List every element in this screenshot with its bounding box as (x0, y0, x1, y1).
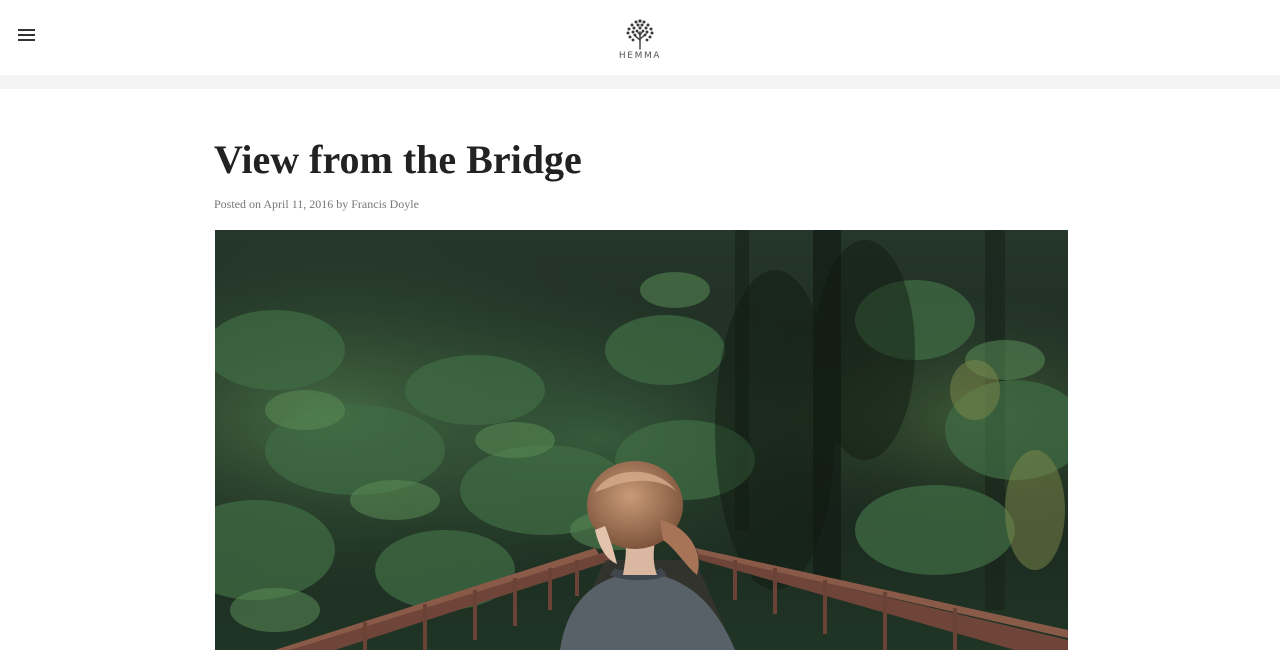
post-date-link[interactable]: April 11, 2016 (263, 197, 333, 211)
post-meta: Posted on April 11, 2016 by Francis Doyl… (214, 196, 419, 212)
menu-bar (18, 39, 35, 41)
menu-bar (18, 29, 35, 31)
header-divider-strip (0, 75, 1280, 89)
posted-on-label: Posted on (214, 197, 262, 211)
hamburger-menu-icon[interactable] (14, 24, 40, 46)
featured-image (215, 230, 1068, 650)
forest-bridge-woman-photo (215, 230, 1068, 650)
site-header: HEMMA (0, 0, 1280, 75)
menu-bar (18, 34, 35, 36)
by-label: by (336, 197, 349, 211)
site-logo-link[interactable]: HEMMA (612, 16, 668, 68)
post-title: View from the Bridge (214, 137, 582, 182)
logo-text: HEMMA (618, 51, 662, 61)
post-author-link[interactable]: Francis Doyle (351, 197, 419, 211)
tree-logo-icon (626, 19, 654, 50)
